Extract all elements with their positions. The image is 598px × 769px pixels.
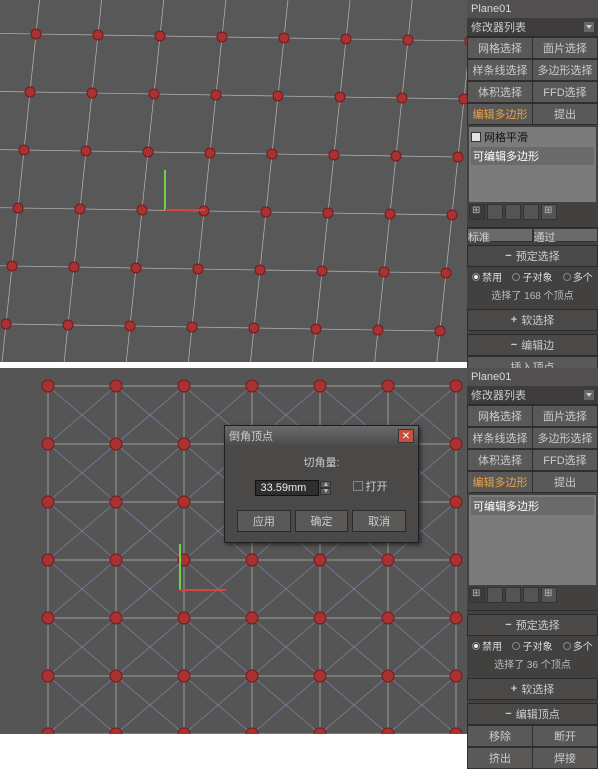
dialog-title: 倒角顶点	[229, 428, 273, 444]
stack-tools	[467, 585, 598, 605]
screenshot-top: Plane01 修改器列表 网格选择面片选择 样条线选择多边形选择 体积选择FF…	[0, 0, 598, 362]
btn-poly-select[interactable]: 多边形选择	[532, 59, 598, 81]
modifier-list-dropdown[interactable]: 修改器列表	[467, 386, 598, 405]
pin-stack-icon[interactable]	[469, 204, 485, 220]
selection-info: 选择了 168 个顶点	[467, 286, 598, 306]
radio-subobj[interactable]: 子对象	[512, 638, 552, 653]
spinner-up-icon[interactable]: ▲	[320, 481, 331, 488]
radio-disable[interactable]: 禁用	[472, 269, 502, 284]
rollout-edit-edge[interactable]: −编辑边	[467, 334, 598, 356]
remove-modifier-icon[interactable]	[523, 204, 539, 220]
stack-item-editable-poly[interactable]: 可编辑多边形	[471, 497, 594, 515]
checkbox-icon	[353, 481, 363, 491]
combo-pass[interactable]: 通过	[533, 228, 598, 242]
sidebar-top: Plane01 修改器列表 网格选择面片选择 样条线选择多边形选择 体积选择FF…	[467, 0, 598, 362]
btn-face-select[interactable]: 面片选择	[532, 405, 598, 427]
modifier-stack[interactable]: 网格平滑 可编辑多边形	[469, 127, 596, 202]
pin-stack-icon[interactable]	[469, 587, 485, 603]
rollout-selection[interactable]: −预定选择	[467, 614, 598, 636]
rollout-soft-select[interactable]: +软选择	[467, 678, 598, 700]
checkbox-icon[interactable]	[471, 132, 481, 142]
object-name-field[interactable]: Plane01	[467, 368, 598, 386]
btn-mesh-select[interactable]: 网格选择	[467, 37, 532, 59]
sidebar-bottom: Plane01 修改器列表 网格选择面片选择 样条线选择多边形选择 体积选择FF…	[467, 368, 598, 734]
rollout-edit-vertex[interactable]: −编辑顶点	[467, 703, 598, 725]
btn-collapse[interactable]: 提出	[532, 471, 598, 493]
btn-weld[interactable]: 焊接	[532, 747, 598, 769]
btn-spline-select[interactable]: 样条线选择	[467, 59, 532, 81]
cancel-button[interactable]: 取消	[352, 510, 406, 532]
combo-std[interactable]: 标准	[467, 228, 533, 242]
btn-face-select[interactable]: 面片选择	[532, 37, 598, 59]
configure-sets-icon[interactable]	[541, 587, 557, 603]
btn-collapse[interactable]: 提出	[532, 103, 598, 125]
btn-ffd-select[interactable]: FFD选择	[532, 81, 598, 103]
btn-poly-select[interactable]: 多边形选择	[532, 427, 598, 449]
btn-break[interactable]: 断开	[532, 725, 598, 747]
selection-info: 选择了 36 个顶点	[467, 655, 598, 675]
make-unique-icon[interactable]	[505, 587, 521, 603]
dialog-title-bar[interactable]: 倒角顶点 ✕	[225, 426, 418, 446]
btn-edit-poly[interactable]: 编辑多边形	[467, 471, 532, 493]
show-end-result-icon[interactable]	[487, 587, 503, 603]
configure-sets-icon[interactable]	[541, 204, 557, 220]
selection-toolbar: 标准通过	[467, 228, 598, 242]
close-icon[interactable]: ✕	[398, 429, 414, 443]
btn-remove[interactable]: 移除	[467, 725, 532, 747]
btn-extrude[interactable]: 挤出	[467, 747, 532, 769]
btn-vol-select[interactable]: 体积选择	[467, 81, 532, 103]
chamfer-amount-label: 切角量:	[303, 457, 339, 469]
radio-multi[interactable]: 多个	[563, 638, 593, 653]
stack-item-editable-poly[interactable]: 可编辑多边形	[471, 147, 594, 165]
rollout-selection[interactable]: −预定选择	[467, 245, 598, 267]
show-end-result-icon[interactable]	[487, 204, 503, 220]
rollout-soft-select[interactable]: +软选择	[467, 309, 598, 331]
apply-button[interactable]: 应用	[237, 510, 291, 532]
btn-spline-select[interactable]: 样条线选择	[467, 427, 532, 449]
make-unique-icon[interactable]	[505, 204, 521, 220]
viewport-bottom[interactable]: 倒角顶点 ✕ 切角量: 33.59mm ▲▼ 打开 应用 确定 取消	[0, 368, 467, 734]
radio-disable[interactable]: 禁用	[472, 638, 502, 653]
modifier-list-dropdown[interactable]: 修改器列表	[467, 18, 598, 37]
btn-vol-select[interactable]: 体积选择	[467, 449, 532, 471]
open-checkbox[interactable]: 打开	[353, 478, 388, 494]
stack-tools	[467, 202, 598, 222]
spinner-down-icon[interactable]: ▼	[320, 488, 331, 495]
object-name-field[interactable]: Plane01	[467, 0, 598, 18]
screenshot-bottom: 倒角顶点 ✕ 切角量: 33.59mm ▲▼ 打开 应用 确定 取消	[0, 368, 598, 734]
radio-subobj[interactable]: 子对象	[512, 269, 552, 284]
chamfer-amount-spinner[interactable]: 33.59mm ▲▼	[255, 480, 331, 496]
btn-mesh-select[interactable]: 网格选择	[467, 405, 532, 427]
modifier-stack[interactable]: 可编辑多边形	[469, 495, 596, 585]
viewport-top[interactable]	[0, 0, 467, 362]
remove-modifier-icon[interactable]	[523, 587, 539, 603]
radio-multi[interactable]: 多个	[563, 269, 593, 284]
chamfer-dialog: 倒角顶点 ✕ 切角量: 33.59mm ▲▼ 打开 应用 确定 取消	[224, 425, 419, 543]
chevron-down-icon	[584, 22, 594, 32]
ok-button[interactable]: 确定	[295, 510, 349, 532]
chevron-down-icon	[584, 390, 594, 400]
btn-ffd-select[interactable]: FFD选择	[532, 449, 598, 471]
btn-edit-poly[interactable]: 编辑多边形	[467, 103, 532, 125]
